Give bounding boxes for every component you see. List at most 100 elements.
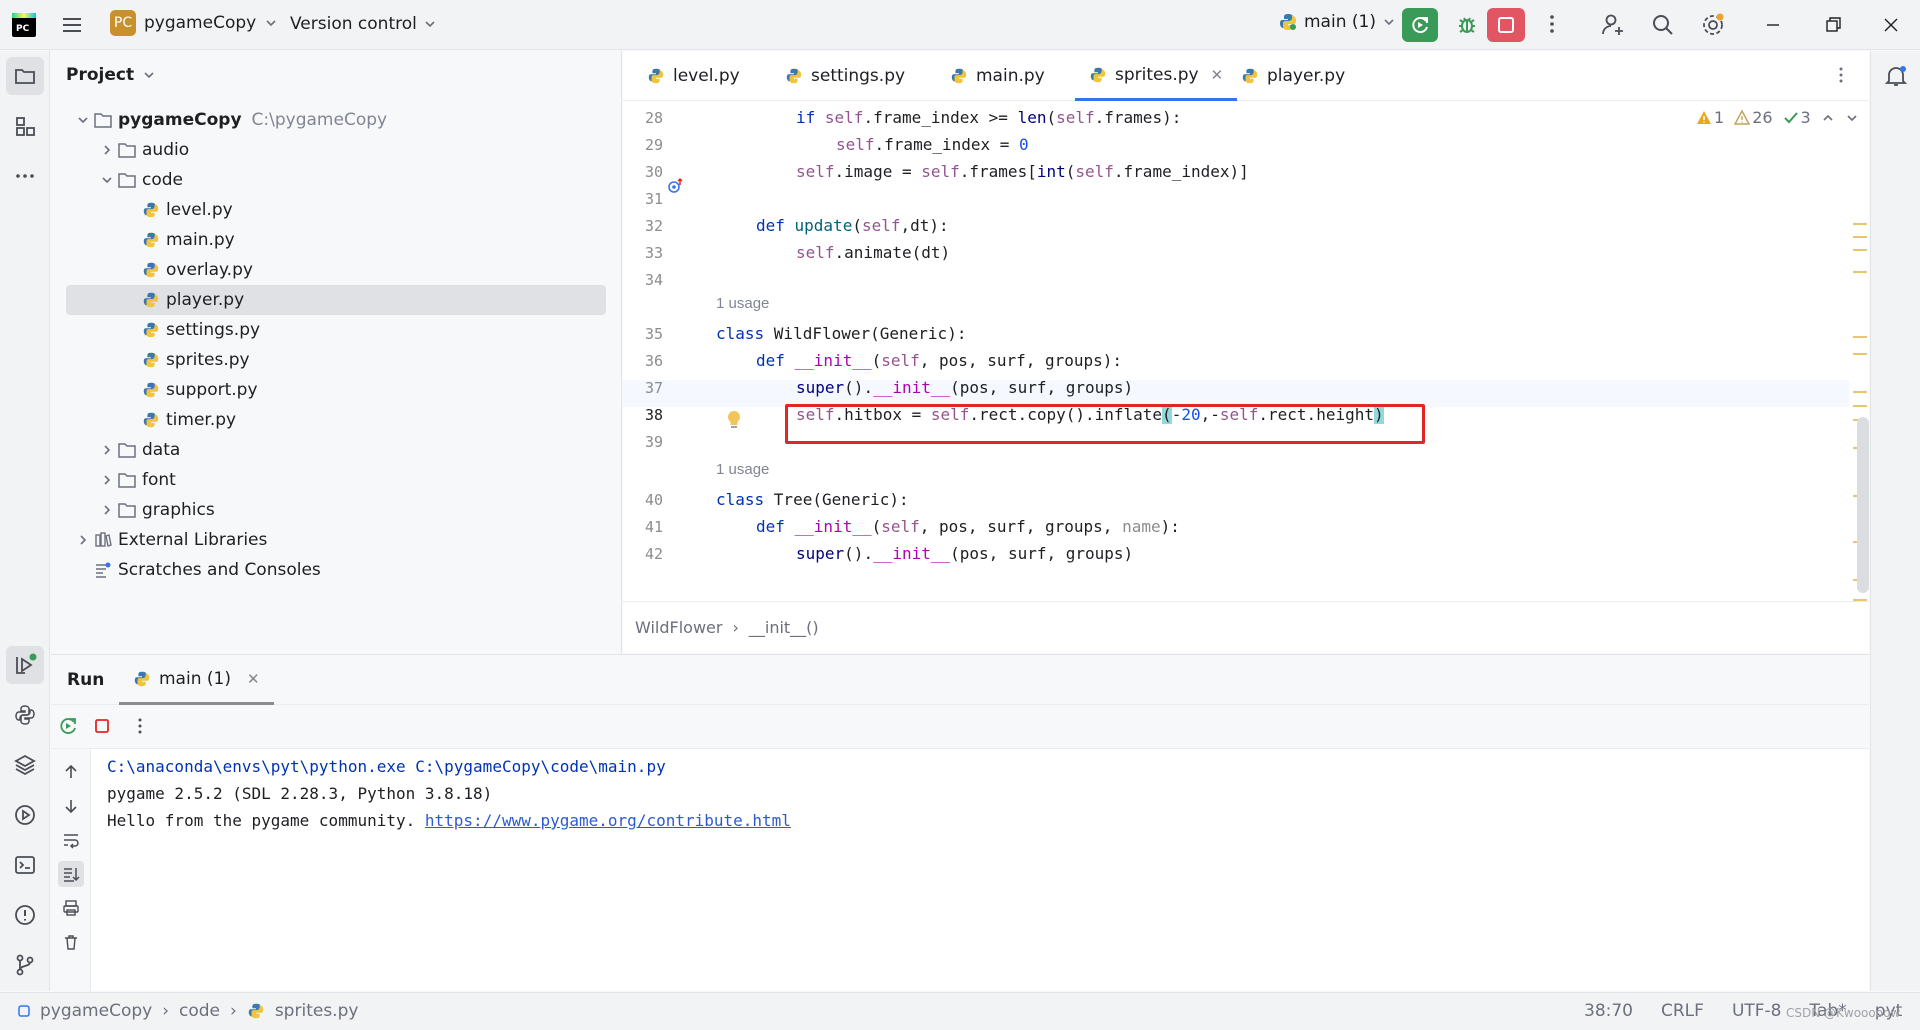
tree-item-level-py[interactable]: level.py — [66, 195, 606, 225]
tree-item-player-py[interactable]: player.py — [66, 285, 606, 315]
tree-item-timer-py[interactable]: timer.py — [66, 405, 606, 435]
tree-item-settings-py[interactable]: settings.py — [66, 315, 606, 345]
git-tool-button[interactable] — [6, 946, 44, 984]
run-tool-button[interactable] — [6, 646, 44, 684]
chevron-right-icon[interactable] — [98, 504, 116, 516]
scroll-down-icon[interactable] — [60, 795, 82, 817]
tab-settings-py[interactable]: settings.py — [771, 51, 919, 101]
usage-hint[interactable]: 1 usage — [716, 461, 769, 478]
code-area[interactable]: 28 29 30 31 32 33 34 35 36 37 38 39 40 41 42 if self.f… — [623, 101, 1869, 601]
soft-wrap-icon[interactable] — [60, 829, 82, 851]
more-tools-button[interactable] — [6, 157, 44, 195]
hamburger-menu-icon[interactable] — [60, 13, 84, 37]
line-number[interactable]: 31 — [623, 190, 663, 208]
chevron-right-icon[interactable] — [98, 144, 116, 156]
tree-item-code[interactable]: code — [66, 165, 606, 195]
usage-hint[interactable]: 1 usage — [716, 295, 769, 312]
chevron-right-icon[interactable] — [74, 534, 92, 546]
chevron-right-icon[interactable] — [98, 474, 116, 486]
line-number[interactable]: 37 — [623, 379, 663, 397]
search-everywhere-button[interactable] — [1650, 12, 1676, 38]
tree-item-pygamecopy[interactable]: pygameCopy C:\pygameCopy — [66, 105, 606, 135]
trash-icon[interactable] — [60, 931, 82, 953]
tree-item-font[interactable]: font — [66, 465, 606, 495]
project-switcher[interactable]: PC pygameCopy — [110, 10, 278, 36]
chevron-down-icon[interactable] — [98, 174, 116, 186]
problems-tool-button[interactable] — [6, 896, 44, 934]
settings-button[interactable] — [1700, 12, 1726, 38]
code-with-me-button[interactable] — [1600, 12, 1626, 38]
restore-button[interactable] — [1820, 12, 1846, 38]
crumb-project[interactable]: pygameCopy — [40, 1001, 152, 1021]
crumb-file[interactable]: sprites.py — [275, 1001, 359, 1021]
tree-item-support-py[interactable]: support.py — [66, 375, 606, 405]
line-number[interactable]: 35 — [623, 325, 663, 343]
line-number[interactable]: 28 — [623, 109, 663, 127]
inspections-widget[interactable]: 1 26 3 — [1696, 108, 1859, 127]
stop-button[interactable] — [1487, 8, 1525, 42]
version-control-menu[interactable]: Version control — [290, 14, 437, 34]
project-tool-button[interactable] — [6, 57, 44, 95]
chevron-right-icon[interactable] — [98, 444, 116, 456]
tree-item-main-py[interactable]: main.py — [66, 225, 606, 255]
line-number[interactable]: 42 — [623, 545, 663, 563]
tab-sprites-py[interactable]: sprites.py ✕ — [1075, 51, 1238, 101]
layers-tool-button[interactable] — [6, 746, 44, 784]
debug-button[interactable] — [1450, 8, 1484, 42]
rerun-button[interactable] — [57, 715, 79, 737]
project-panel-header[interactable]: Project — [66, 65, 156, 85]
line-number[interactable]: 40 — [623, 491, 663, 509]
stop-button[interactable] — [91, 715, 113, 737]
print-icon[interactable] — [60, 897, 82, 919]
more-actions-button[interactable] — [1540, 12, 1564, 36]
more-actions-button[interactable] — [129, 715, 151, 737]
minimize-button[interactable] — [1760, 12, 1786, 38]
line-number[interactable]: 29 — [623, 136, 663, 154]
line-number[interactable]: 36 — [623, 352, 663, 370]
line-number[interactable]: 39 — [623, 433, 663, 451]
error-count[interactable]: 1 — [1696, 108, 1724, 127]
scroll-up-icon[interactable] — [60, 761, 82, 783]
tree-item-scratches-and-consoles[interactable]: Scratches and Consoles — [66, 555, 606, 585]
close-button[interactable] — [1878, 12, 1904, 38]
line-separator[interactable]: CRLF — [1661, 1001, 1704, 1021]
tree-item-sprites-py[interactable]: sprites.py — [66, 345, 606, 375]
pycharm-logo-icon[interactable]: PC — [12, 13, 36, 37]
run-config-selector[interactable]: main (1) — [1278, 12, 1396, 32]
tab-main-py[interactable]: main.py — [936, 51, 1059, 101]
lightbulb-icon[interactable] — [726, 410, 742, 430]
line-number[interactable]: 34 — [623, 271, 663, 289]
editor-scrollbar[interactable] — [1857, 417, 1869, 593]
close-tab-icon[interactable]: ✕ — [1211, 66, 1224, 84]
breadcrumb-class[interactable]: WildFlower — [635, 618, 722, 637]
override-icon[interactable] — [667, 177, 685, 195]
rerun-button[interactable] — [1402, 8, 1438, 42]
tree-item-graphics[interactable]: graphics — [66, 495, 606, 525]
chevron-down-icon[interactable] — [1845, 111, 1859, 125]
breadcrumb-method[interactable]: __init__() — [749, 618, 819, 637]
line-number[interactable]: 30 — [623, 163, 663, 181]
tree-item-audio[interactable]: audio — [66, 135, 606, 165]
line-number[interactable]: 33 — [623, 244, 663, 262]
services-tool-button[interactable] — [6, 796, 44, 834]
crumb-folder[interactable]: code — [179, 1001, 220, 1021]
python-packages-button[interactable] — [6, 696, 44, 734]
caret-position[interactable]: 38:70 — [1584, 1001, 1633, 1021]
tree-item-overlay-py[interactable]: overlay.py — [66, 255, 606, 285]
structure-tool-button[interactable] — [6, 107, 44, 145]
chevron-up-icon[interactable] — [1821, 111, 1835, 125]
terminal-tool-button[interactable] — [6, 846, 44, 884]
file-encoding[interactable]: UTF-8 — [1732, 1001, 1782, 1021]
tab-level-py[interactable]: level.py — [633, 51, 754, 101]
tree-item-external-libraries[interactable]: External Libraries — [66, 525, 606, 555]
console-link[interactable]: https://www.pygame.org/contribute.html — [425, 811, 791, 830]
line-number[interactable]: 38 — [623, 406, 663, 424]
close-tab-icon[interactable]: ✕ — [247, 670, 260, 688]
tree-item-data[interactable]: data — [66, 435, 606, 465]
scroll-to-end-icon[interactable] — [58, 861, 84, 887]
tabs-more-button[interactable] — [1831, 65, 1851, 85]
chevron-down-icon[interactable] — [74, 114, 92, 126]
notifications-button[interactable] — [1883, 63, 1909, 89]
line-number[interactable]: 32 — [623, 217, 663, 235]
run-tab-main[interactable]: main (1) ✕ — [119, 655, 274, 705]
